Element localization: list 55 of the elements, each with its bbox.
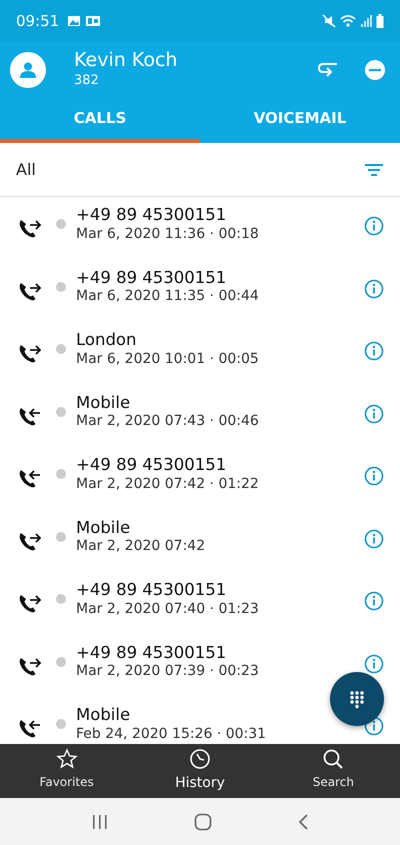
status-time: 09:51: [16, 10, 60, 32]
status-dot: [56, 719, 66, 729]
status-dot: [56, 344, 66, 354]
minus-circle-icon[interactable]: [364, 59, 386, 81]
status-dot: [56, 282, 66, 292]
call-title: +49 89 45300151: [76, 205, 228, 225]
outgoing-call-icon: [18, 592, 42, 614]
image-icon: [67, 14, 82, 28]
filter-icon[interactable]: [364, 162, 384, 178]
status-dot: [56, 219, 66, 229]
call-title: Mobile: [76, 518, 132, 538]
status-dot: [56, 656, 66, 666]
nav-tab[interactable]: Search: [266, 744, 400, 798]
nav-tab[interactable]: History: [133, 744, 267, 798]
call-detail: Mar 6, 2020 10:01 · 00:05: [76, 350, 259, 368]
status-dot: [56, 594, 66, 604]
incoming-call-icon: [18, 467, 42, 489]
outgoing-call-icon: [18, 217, 42, 239]
call-title: Mobile: [76, 392, 132, 412]
back-icon[interactable]: [297, 812, 310, 830]
status-dot: [56, 532, 66, 542]
call-title: London: [76, 330, 138, 350]
status-dot: [56, 406, 66, 416]
call-detail: Mar 6, 2020 11:35 · 00:44: [76, 287, 259, 306]
dialpad-icon: [349, 690, 365, 708]
call-title: +49 89 45300151: [76, 642, 228, 662]
extension-number: 382: [74, 72, 100, 90]
home-icon[interactable]: [194, 812, 212, 830]
contact-name: Kevin Koch: [74, 50, 178, 71]
call-detail: Feb 24, 2020 15:26 · 00:31: [76, 724, 266, 743]
call-title: +49 89 45300151: [76, 580, 228, 600]
call-title: +49 89 45300151: [76, 268, 228, 288]
filter-label[interactable]: All: [16, 158, 36, 182]
call-title: Mobile: [76, 705, 132, 725]
battery-icon: [376, 14, 384, 28]
call-detail: Mar 2, 2020 07:39 · 00:23: [76, 662, 259, 680]
call-title: +49 89 45300151: [76, 455, 228, 475]
incoming-call-icon: [18, 717, 42, 739]
nav-tab[interactable]: Favorites: [0, 744, 134, 798]
clock-icon: [188, 748, 211, 770]
signal-icon: [360, 14, 372, 28]
search-icon: [322, 748, 344, 770]
call-detail: Mar 2, 2020 07:40 · 01:23: [76, 600, 259, 618]
avatar: [10, 52, 46, 88]
call-detail: Mar 6, 2020 11:36 · 00:18: [76, 224, 259, 243]
outgoing-call-icon: [18, 342, 42, 364]
call-detail: Mar 2, 2020 07:42: [76, 537, 206, 556]
call-detail: Mar 2, 2020 07:42 · 01:22: [76, 474, 259, 493]
call-detail: Mar 2, 2020 07:43 · 00:46: [76, 412, 259, 430]
status-dot: [56, 469, 66, 479]
mute-icon: [322, 14, 336, 28]
wifi-icon: [340, 14, 356, 28]
recent-apps-icon[interactable]: [90, 814, 109, 830]
dialpad-button[interactable]: [330, 672, 384, 726]
star-icon: [56, 748, 78, 770]
